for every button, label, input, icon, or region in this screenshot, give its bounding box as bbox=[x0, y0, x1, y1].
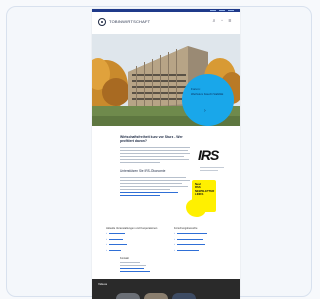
section-body bbox=[120, 177, 190, 196]
video-thumbnail[interactable] bbox=[144, 293, 168, 299]
footer-label: Videos bbox=[98, 282, 108, 286]
inline-link[interactable] bbox=[120, 192, 178, 193]
article-body bbox=[120, 147, 190, 163]
main-content: Wirtschaftsfreiheit kurz vor Sturz - Wer… bbox=[120, 135, 190, 198]
contact-link[interactable] bbox=[120, 271, 150, 272]
logo-icon[interactable] bbox=[98, 18, 106, 26]
contact-block: Kontakt bbox=[120, 257, 190, 274]
hero-image: Forum: Wachstum braucht Stabilität › bbox=[92, 34, 240, 126]
newsletter-promo[interactable]: Neu! RSS NEWSLETTER LINKS bbox=[192, 180, 216, 212]
list-item[interactable]: › bbox=[106, 232, 164, 235]
link-column: Aktuelle Veranstaltungen und Kooperation… bbox=[106, 227, 164, 254]
hero-kicker: Forum: bbox=[191, 87, 201, 91]
irs-logo-text: IRS bbox=[198, 147, 219, 163]
list-item[interactable]: › bbox=[106, 243, 164, 246]
video-thumbnails bbox=[116, 293, 196, 299]
site-header: TOBINWIRTSCHAFT ⌕ ◦ ≡ bbox=[92, 12, 240, 35]
column-heading: Aktuelle Veranstaltungen und Kooperation… bbox=[106, 227, 158, 230]
inline-link[interactable] bbox=[120, 195, 160, 196]
site-logo-text[interactable]: TOBINWIRTSCHAFT bbox=[109, 19, 150, 24]
link-columns: Aktuelle Veranstaltungen und Kooperation… bbox=[106, 227, 232, 254]
section-subheadline: Unterstützen Sie IRS-Ökonomie bbox=[120, 169, 166, 173]
search-icon[interactable]: ⌕ bbox=[212, 19, 216, 24]
promo-text: Neu! RSS NEWSLETTER LINKS bbox=[195, 182, 215, 197]
arrow-right-icon[interactable]: › bbox=[204, 108, 206, 114]
sidebar: IRS bbox=[192, 145, 232, 171]
list-item[interactable]: › bbox=[174, 232, 232, 235]
hero-teaser-circle[interactable]: Forum: Wachstum braucht Stabilität › bbox=[182, 74, 234, 126]
list-item[interactable]: › bbox=[106, 248, 164, 252]
hero-title: Wachstum braucht Stabilität bbox=[191, 93, 224, 96]
article-headline: Wirtschaftsfreiheit kurz vor Sturz - Wer… bbox=[120, 135, 183, 143]
video-thumbnail[interactable] bbox=[172, 293, 196, 299]
column-heading: Forschungsbereiche bbox=[174, 227, 198, 230]
list-item[interactable]: › bbox=[106, 237, 164, 241]
user-icon[interactable]: ◦ bbox=[220, 19, 224, 24]
irs-caption bbox=[200, 167, 224, 173]
list-item[interactable]: › bbox=[174, 243, 232, 246]
menu-icon[interactable]: ≡ bbox=[228, 19, 232, 24]
footer-video-strip: Videos bbox=[92, 279, 240, 299]
website-preview[interactable]: TOBINWIRTSCHAFT ⌕ ◦ ≡ Forum: Wachstum br… bbox=[92, 9, 240, 299]
list-item[interactable]: › bbox=[174, 248, 232, 252]
irs-logo[interactable]: IRS bbox=[192, 145, 232, 165]
contact-link[interactable] bbox=[120, 268, 144, 269]
link-column: Forschungsbereiche › › › › bbox=[174, 227, 232, 254]
video-thumbnail[interactable] bbox=[116, 293, 140, 299]
header-icons: ⌕ ◦ ≡ bbox=[212, 19, 232, 24]
list-item[interactable]: › bbox=[174, 237, 232, 241]
contact-heading: Kontakt bbox=[120, 257, 129, 260]
